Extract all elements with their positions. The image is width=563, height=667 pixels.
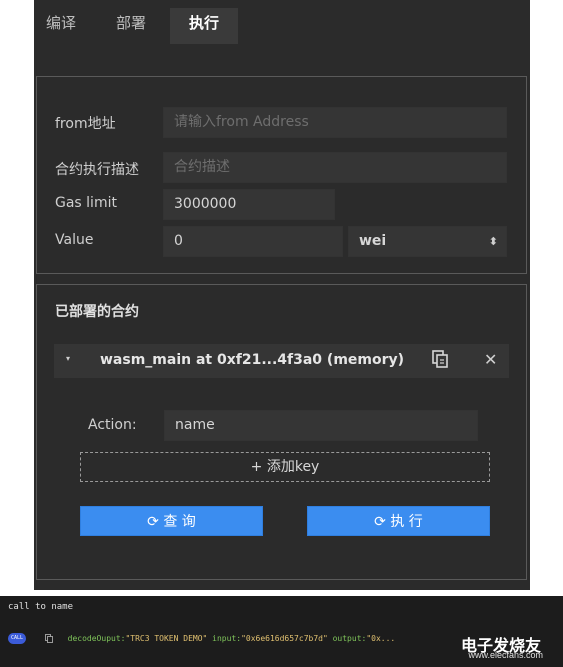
unit-select[interactable]: wei ⬍ <box>348 226 507 257</box>
collapse-caret-icon[interactable]: ▾ <box>66 354 70 363</box>
contract-desc-input[interactable]: 合约描述 <box>163 152 507 183</box>
gas-limit-label: Gas limit <box>55 195 117 211</box>
output-value: "0x... <box>366 634 396 643</box>
contract-panel: 编译 部署 执行 from地址 请输入from Address 合约执行描述 合… <box>34 0 530 590</box>
deployed-title: 已部署的合约 <box>55 304 139 320</box>
input-key: input: <box>212 634 242 643</box>
value-input[interactable]: 0 <box>163 226 343 257</box>
add-key-button[interactable]: + 添加key <box>80 452 490 482</box>
action-value: name <box>175 417 215 433</box>
value-amount: 0 <box>174 233 183 249</box>
exec-form-box: from地址 请输入from Address 合约执行描述 合约描述 Gas l… <box>36 76 527 274</box>
value-label: Value <box>55 232 94 248</box>
from-address-input[interactable]: 请输入from Address <box>163 107 507 138</box>
add-key-label: + 添加key <box>250 459 320 475</box>
decode-output-value: "TRC3 TOKEN DEMO" <box>125 634 208 643</box>
contract-name: wasm_main at 0xf21...4f3a0 (memory) <box>100 352 405 368</box>
tab-bar: 编译 部署 执行 <box>34 8 530 44</box>
close-icon[interactable]: ✕ <box>484 350 497 369</box>
gas-limit-value: 3000000 <box>174 196 237 212</box>
watermark-url: www.elecfans.com <box>468 650 543 660</box>
contract-desc-placeholder: 合约描述 <box>174 159 230 175</box>
output-key: output: <box>332 634 367 643</box>
from-label: from地址 <box>55 116 116 132</box>
unit-value: wei <box>359 233 387 249</box>
query-button[interactable]: ⟳ 查 询 <box>80 506 263 536</box>
copy-icon[interactable] <box>44 634 53 643</box>
desc-label: 合约执行描述 <box>55 162 139 178</box>
select-arrows-icon: ⬍ <box>488 235 498 248</box>
console-result-line: CALL decodeOuput:"TRC3 TOKEN DEMO" input… <box>8 633 395 644</box>
gas-limit-input[interactable]: 3000000 <box>163 189 335 220</box>
action-label: Action: <box>88 417 137 433</box>
call-badge: CALL <box>8 633 26 644</box>
input-value: "0x6e616d657c7b7d" <box>241 634 328 643</box>
execute-button-label: ⟳ 执 行 <box>374 514 423 530</box>
copy-icon[interactable] <box>432 350 448 368</box>
tab-deploy[interactable]: 部署 <box>116 8 156 44</box>
tab-execute[interactable]: 执行 <box>170 8 238 44</box>
tab-compile[interactable]: 编译 <box>46 8 86 44</box>
console-call-line: call to name <box>8 602 74 612</box>
action-input[interactable]: name <box>164 410 478 441</box>
deployed-contract-row[interactable]: ▾ wasm_main at 0xf21...4f3a0 (memory) ✕ <box>54 344 509 378</box>
query-button-label: ⟳ 查 询 <box>147 514 196 530</box>
from-address-placeholder: 请输入from Address <box>174 114 309 130</box>
decode-output-key: decodeOuput: <box>67 634 126 643</box>
execute-button[interactable]: ⟳ 执 行 <box>307 506 490 536</box>
